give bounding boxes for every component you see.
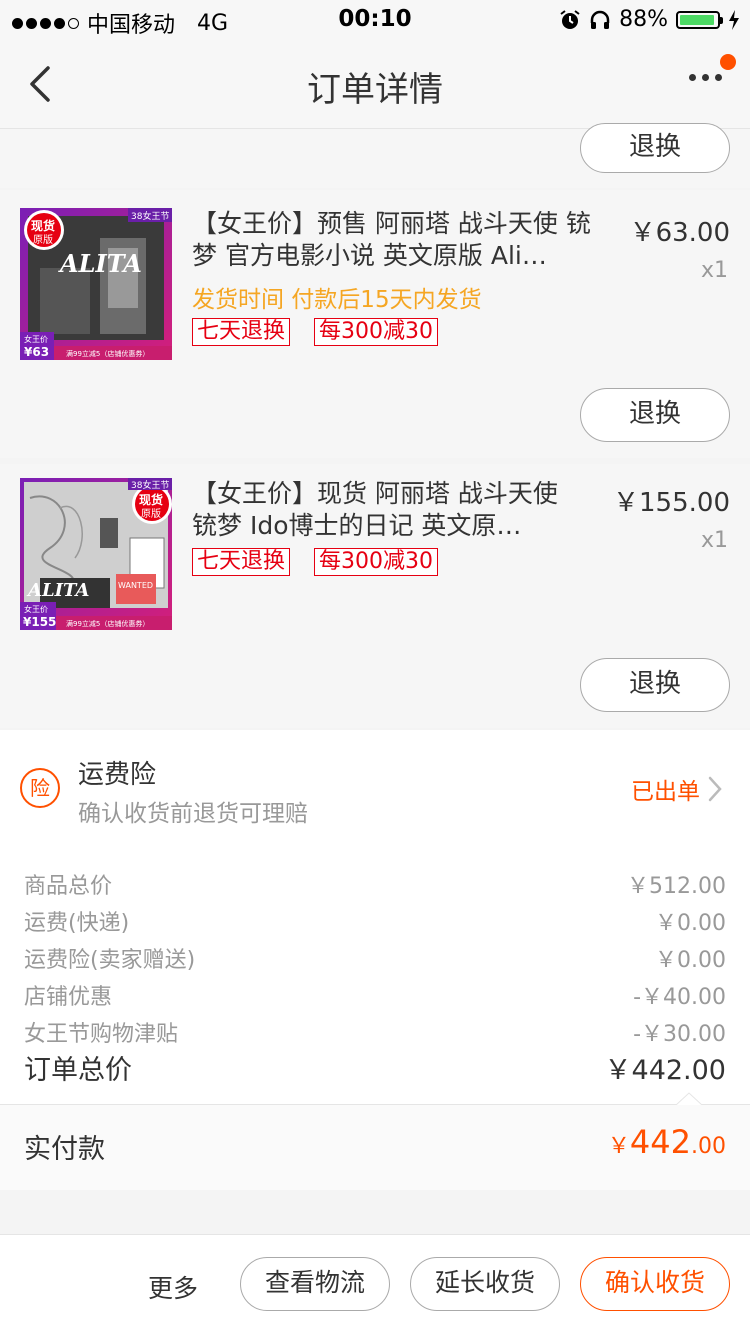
svg-text:女王价: 女王价 [24, 334, 48, 344]
tag-seven-day-return: 七天退换 [192, 548, 291, 576]
summary-label: 商品总价 [24, 874, 113, 899]
svg-text:38女王节: 38女王节 [131, 210, 169, 222]
product-price: ￥63.00 [629, 218, 730, 248]
notification-dot [720, 54, 736, 70]
tag-seven-day-return: 七天退换 [192, 318, 291, 346]
product-title[interactable]: 【女王价】预售 阿丽塔 战斗天使 铳梦 官方电影小说 英文原版 Ali… [192, 208, 592, 272]
summary-row: 店铺优惠 -￥40.00 [24, 979, 726, 1011]
product-title[interactable]: 【女王价】现货 阿丽塔 战斗天使 铳梦 Ido博士的日记 英文原… [192, 478, 572, 542]
svg-text:WANTED: WANTED [118, 581, 153, 590]
ship-time: 发货时间 付款后15天内发货 [192, 287, 482, 313]
svg-text:现货: 现货 [31, 218, 55, 233]
battery-percent: 88% [619, 7, 668, 32]
summary-value: ￥0.00 [655, 948, 726, 973]
summary-row: 运费险(卖家赠送) ￥0.00 [24, 942, 726, 974]
order-summary-section: 险 运费险 确认收货前退货可理赔 已出单 商品总价 ￥512.00 运费(快递)… [0, 730, 750, 1190]
summary-label: 运费险(卖家赠送) [24, 948, 196, 973]
status-bar: 中国移动 4G 00:10 88% [0, 0, 750, 40]
svg-text:女王价: 女王价 [24, 604, 48, 614]
svg-text:现货: 现货 [139, 492, 163, 507]
return-button[interactable]: 退换 [580, 123, 730, 173]
charging-icon [729, 9, 739, 30]
svg-text:原版: 原版 [141, 507, 161, 520]
product-image: WANTED ALITA 现货 原版 38女王节 女王价 ¥155 满99立减5… [20, 478, 172, 630]
svg-text:ALITA: ALITA [58, 249, 142, 278]
svg-text:38女王节: 38女王节 [131, 479, 169, 491]
return-button[interactable]: 退换 [580, 658, 730, 712]
summary-row: 女王节购物津贴 -￥30.00 [24, 1016, 726, 1048]
paid-label: 实付款 [24, 1134, 105, 1165]
product-card[interactable]: WANTED ALITA 现货 原版 38女王节 女王价 ¥155 满99立减5… [0, 464, 750, 728]
svg-text:¥155: ¥155 [23, 615, 56, 629]
svg-text:满99立减5（店铺优惠券）: 满99立减5（店铺优惠券） [66, 349, 149, 358]
paid-integer: 442 [629, 1123, 691, 1161]
alarm-icon [560, 9, 580, 29]
product-card[interactable]: ALITA 现货 原版 38女王节 女王价 ¥63 满99立减5（店铺优惠券） … [0, 190, 750, 458]
summary-value: ￥512.00 [627, 874, 726, 899]
insurance-icon: 险 [20, 768, 60, 808]
summary-row: 运费(快递) ￥0.00 [24, 905, 726, 937]
battery-icon [676, 10, 723, 29]
summary-label: 运费(快递) [24, 911, 130, 936]
paid-decimal: .00 [691, 1134, 726, 1159]
headphones-icon [590, 10, 610, 29]
insurance-status-link[interactable]: 已出单 [631, 772, 722, 806]
more-button[interactable]: 更多 [148, 1269, 198, 1305]
paid-currency: ￥ [607, 1134, 630, 1159]
previous-item-card: 退换 [0, 123, 750, 188]
chevron-right-icon [708, 776, 722, 802]
paid-row: 实付款 ￥442.00 [0, 1105, 750, 1190]
caret-up-icon [676, 1092, 702, 1106]
nav-bar: 订单详情 [0, 40, 750, 129]
svg-text:原版: 原版 [33, 233, 53, 246]
product-thumbnail[interactable]: ALITA 现货 原版 38女王节 女王价 ¥63 满99立减5（店铺优惠券） [20, 208, 172, 360]
more-menu-icon[interactable] [689, 74, 722, 81]
insurance-title: 运费险 [78, 760, 157, 790]
return-button[interactable]: 退换 [580, 388, 730, 442]
view-logistics-button[interactable]: 查看物流 [240, 1257, 390, 1311]
order-total-row: 订单总价 ￥442.00 [24, 1048, 726, 1087]
summary-row: 商品总价 ￥512.00 [24, 868, 726, 900]
product-qty: x1 [700, 528, 728, 553]
summary-value: -￥30.00 [633, 1022, 726, 1047]
status-right: 88% [559, 7, 740, 32]
product-thumbnail[interactable]: WANTED ALITA 现货 原版 38女王节 女王价 ¥155 满99立减5… [20, 478, 172, 630]
insurance-desc: 确认收货前退货可理赔 [78, 801, 308, 827]
product-price: ￥155.00 [613, 488, 730, 518]
confirm-receipt-button[interactable]: 确认收货 [580, 1257, 730, 1311]
svg-text:ALITA: ALITA [26, 580, 89, 601]
page-title: 订单详情 [307, 70, 443, 110]
insurance-status: 已出单 [631, 779, 700, 805]
tag-discount: 每300减30 [314, 318, 438, 346]
order-total-label: 订单总价 [24, 1055, 132, 1086]
tag-discount: 每300减30 [314, 548, 438, 576]
svg-text:¥63: ¥63 [24, 345, 49, 359]
summary-value: -￥40.00 [633, 985, 726, 1010]
order-total-value: ￥442.00 [604, 1055, 726, 1086]
product-image: ALITA 现货 原版 38女王节 女王价 ¥63 满99立减5（店铺优惠券） [20, 208, 172, 360]
summary-label: 店铺优惠 [24, 985, 113, 1010]
product-qty: x1 [700, 258, 728, 283]
summary-label: 女王节购物津贴 [24, 1022, 179, 1047]
paid-amount: ￥442.00 [608, 1123, 726, 1161]
extend-receipt-button[interactable]: 延长收货 [410, 1257, 560, 1311]
bottom-action-bar: 更多 查看物流 延长收货 确认收货 [0, 1234, 750, 1335]
summary-value: ￥0.00 [655, 911, 726, 936]
svg-text:满99立减5（店铺优惠券）: 满99立减5（店铺优惠券） [66, 619, 149, 628]
